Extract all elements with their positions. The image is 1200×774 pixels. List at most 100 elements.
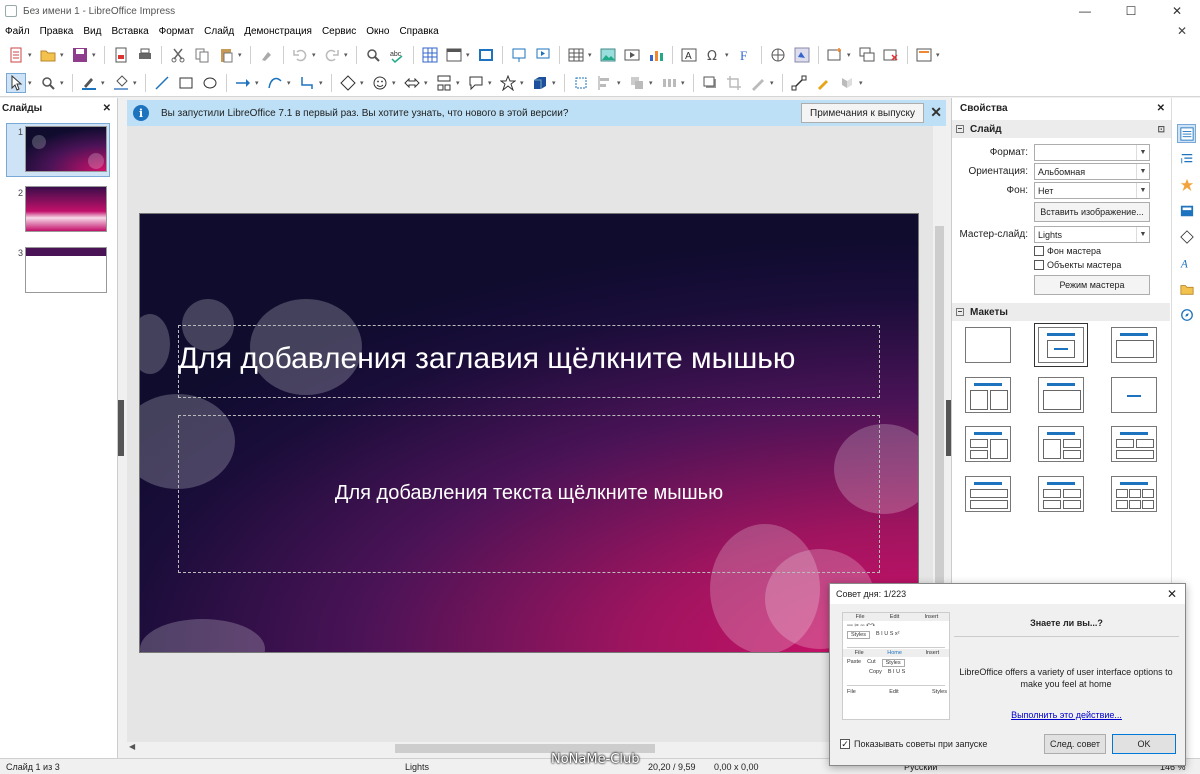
- close-document-icon[interactable]: ✕: [1172, 24, 1192, 38]
- chevron-down-icon[interactable]: ▾: [859, 79, 865, 87]
- filter-icon[interactable]: [748, 73, 768, 93]
- arrange-icon[interactable]: [627, 73, 647, 93]
- chevron-down-icon[interactable]: ▾: [617, 79, 623, 87]
- clone-formatting-icon[interactable]: [257, 45, 277, 65]
- master-status[interactable]: Lights: [405, 762, 429, 772]
- slide-thumbnail-3[interactable]: [25, 247, 107, 293]
- spelling-icon[interactable]: abc: [387, 45, 407, 65]
- symbol-shapes-icon[interactable]: [370, 73, 390, 93]
- basic-shapes-icon[interactable]: [338, 73, 358, 93]
- slide-thumbnail-1[interactable]: [25, 126, 107, 172]
- curve-icon[interactable]: [265, 73, 285, 93]
- slide-thumbnail-2[interactable]: [25, 186, 107, 232]
- chevron-down-icon[interactable]: ▾: [588, 51, 594, 59]
- menu-slideshow[interactable]: Демонстрация: [239, 26, 317, 37]
- points-icon[interactable]: [789, 73, 809, 93]
- insert-image-button[interactable]: Вставить изображение...: [1034, 202, 1150, 222]
- ok-button[interactable]: OK: [1112, 734, 1176, 754]
- print-icon[interactable]: [135, 45, 155, 65]
- next-tip-button[interactable]: След. совет: [1044, 734, 1106, 754]
- menu-help[interactable]: Справка: [394, 26, 443, 37]
- chevron-down-icon[interactable]: ▾: [344, 51, 350, 59]
- fill-color-icon[interactable]: [111, 73, 131, 93]
- maximize-button[interactable]: ☐: [1108, 0, 1154, 22]
- master-objects-checkbox[interactable]: Объекты мастера: [1034, 260, 1121, 270]
- shadow-icon[interactable]: [700, 73, 720, 93]
- crop-icon[interactable]: [724, 73, 744, 93]
- chevron-down-icon[interactable]: ▼: [1136, 227, 1149, 242]
- select-arrow-icon[interactable]: [6, 72, 26, 93]
- chevron-down-icon[interactable]: ▾: [424, 79, 430, 87]
- slide-transition-icon[interactable]: [1177, 149, 1196, 168]
- scrollbar-thumb[interactable]: [935, 226, 944, 626]
- slide-title-text[interactable]: Для добавления заглавия щёлкните мышью: [178, 342, 880, 376]
- chevron-down-icon[interactable]: ▾: [255, 79, 261, 87]
- layout-title-only-content[interactable]: [1111, 327, 1157, 363]
- rotate-icon[interactable]: [571, 73, 591, 93]
- new-document-icon[interactable]: [6, 45, 26, 65]
- slide-body-text[interactable]: Для добавления текста щёлкните мышью: [178, 482, 880, 505]
- layout-blank[interactable]: [965, 327, 1011, 363]
- text-box-icon[interactable]: A: [679, 45, 699, 65]
- slide-layout-icon[interactable]: [914, 45, 934, 65]
- chevron-down-icon[interactable]: ▾: [101, 79, 107, 87]
- chevron-down-icon[interactable]: ▾: [238, 51, 244, 59]
- chevron-down-icon[interactable]: ▾: [133, 79, 139, 87]
- chevron-down-icon[interactable]: ▾: [360, 79, 366, 87]
- properties-deck-icon[interactable]: [1177, 124, 1196, 143]
- insert-media-icon[interactable]: [622, 45, 642, 65]
- export-pdf-icon[interactable]: [111, 45, 131, 65]
- background-dropdown[interactable]: Нет ▼: [1034, 182, 1150, 199]
- master-mode-button[interactable]: Режим мастера: [1034, 275, 1150, 295]
- chevron-down-icon[interactable]: ▾: [60, 51, 66, 59]
- copy-icon[interactable]: [192, 45, 212, 65]
- start-first-slide-icon[interactable]: [509, 45, 529, 65]
- layout-two-content[interactable]: [965, 377, 1011, 413]
- left-pane-splitter[interactable]: [118, 400, 124, 456]
- menu-window[interactable]: Окно: [361, 26, 394, 37]
- new-slide-icon[interactable]: [825, 45, 845, 65]
- line-color-icon[interactable]: [79, 73, 99, 93]
- chevron-down-icon[interactable]: ▾: [456, 79, 462, 87]
- fontwork-icon[interactable]: F: [735, 45, 755, 65]
- close-icon[interactable]: ✕: [103, 103, 111, 114]
- find-replace-icon[interactable]: [363, 45, 383, 65]
- save-icon[interactable]: [70, 45, 90, 65]
- chevron-down-icon[interactable]: ▾: [681, 79, 687, 87]
- master-background-checkbox[interactable]: Фон мастера: [1034, 246, 1101, 256]
- layout-title-content-2-content[interactable]: [1038, 426, 1084, 462]
- chevron-down-icon[interactable]: ▾: [287, 79, 293, 87]
- checkbox-box[interactable]: [1034, 260, 1044, 270]
- chevron-down-icon[interactable]: ▾: [649, 79, 655, 87]
- tip-action-link[interactable]: Выполнить это действие...: [954, 710, 1179, 720]
- toggle-extrusion-icon[interactable]: [837, 73, 857, 93]
- master-slides-icon[interactable]: [1177, 201, 1196, 220]
- insert-line-icon[interactable]: [152, 73, 172, 93]
- close-icon[interactable]: ✕: [1167, 587, 1177, 601]
- layout-title-6-content[interactable]: [1111, 476, 1157, 512]
- flowchart-icon[interactable]: [434, 73, 454, 93]
- layout-centered-text[interactable]: [1111, 377, 1157, 413]
- layout-title-only[interactable]: [1038, 377, 1084, 413]
- chevron-down-icon[interactable]: ▾: [92, 51, 98, 59]
- styles-icon[interactable]: A: [1177, 253, 1196, 272]
- shapes-icon[interactable]: [1177, 227, 1196, 246]
- table-icon[interactable]: [566, 45, 586, 65]
- show-draw-functions-icon[interactable]: [792, 45, 812, 65]
- chevron-down-icon[interactable]: ▼: [1136, 164, 1149, 179]
- layout-title-content[interactable]: [1034, 323, 1088, 367]
- collapse-icon[interactable]: –: [956, 125, 964, 133]
- master-slide-icon[interactable]: [476, 45, 496, 65]
- ellipse-icon[interactable]: [200, 73, 220, 93]
- menu-format[interactable]: Формат: [154, 26, 200, 37]
- checkbox-checked-icon[interactable]: ✓: [840, 739, 850, 749]
- more-options-icon[interactable]: ⊡: [1157, 124, 1165, 135]
- zoom-pan-icon[interactable]: [38, 73, 58, 93]
- format-dropdown[interactable]: ▼: [1034, 144, 1150, 161]
- duplicate-slide-icon[interactable]: [857, 45, 877, 65]
- connector-icon[interactable]: [297, 73, 317, 93]
- menu-slide[interactable]: Слайд: [199, 26, 239, 37]
- show-tips-checkbox[interactable]: ✓ Показывать советы при запуске: [840, 739, 987, 749]
- slide-canvas[interactable]: Для добавления заглавия щёлкните мышью Д…: [139, 213, 919, 653]
- layout-title-2-content-over-content[interactable]: [1111, 426, 1157, 462]
